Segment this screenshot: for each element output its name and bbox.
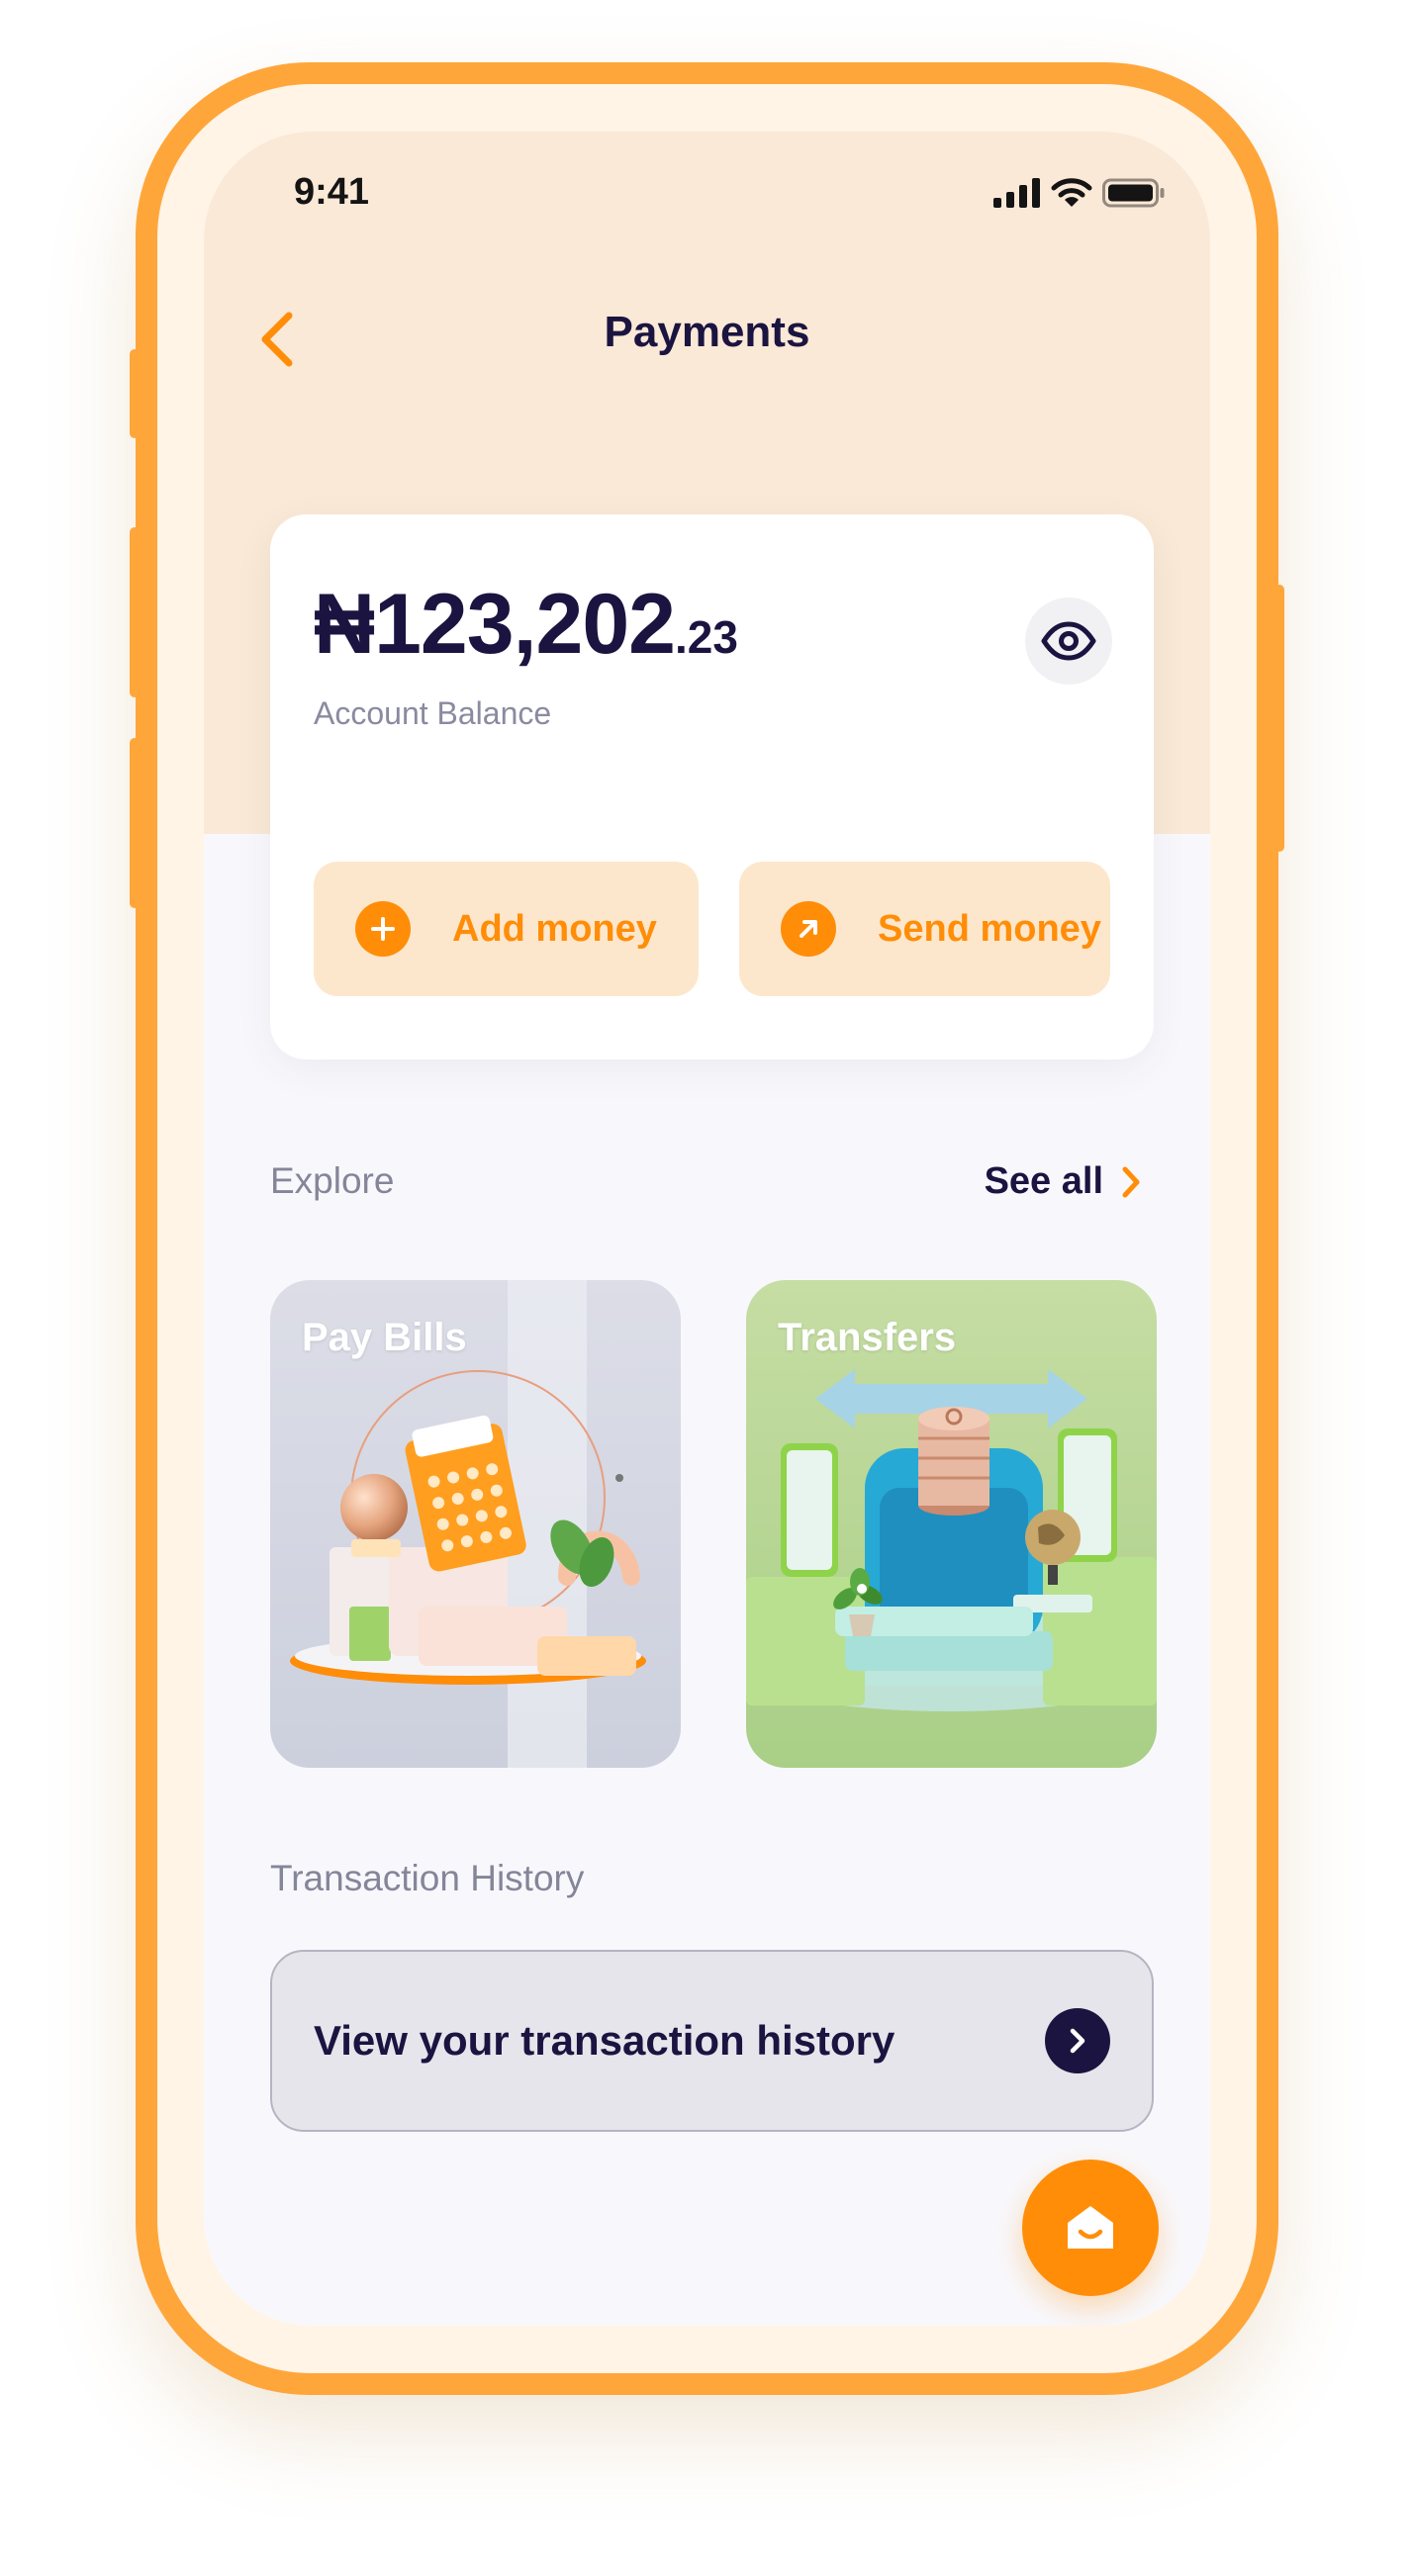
phone-bezel: 9:41 Payments ₦123,202.23 Account Balanc… <box>157 84 1257 2373</box>
send-money-button[interactable]: Send money <box>739 862 1110 996</box>
balance-label: Account Balance <box>314 695 552 731</box>
battery-icon <box>1102 178 1165 208</box>
signal-icon <box>993 178 1040 208</box>
home-fab-button[interactable] <box>1022 2160 1159 2296</box>
side-button-mute <box>130 349 140 438</box>
home-icon <box>1068 2206 1113 2249</box>
transfers-tile[interactable]: Transfers <box>746 1280 1157 1768</box>
page-title: Payments <box>604 308 810 356</box>
side-button-volume-down <box>130 738 140 908</box>
plus-circle-icon <box>355 901 411 957</box>
transfers-title: Transfers <box>778 1316 957 1359</box>
wifi-icon <box>1051 178 1092 207</box>
status-icons <box>993 177 1166 209</box>
view-transaction-history-button[interactable]: View your transaction history <box>270 1950 1154 2132</box>
status-time: 9:41 <box>294 171 370 213</box>
chevron-right-icon <box>1122 1166 1140 1197</box>
pay-bills-title: Pay Bills <box>302 1316 467 1359</box>
see-all-link[interactable]: See all <box>985 1160 1141 1203</box>
phone-frame: 9:41 Payments ₦123,202.23 Account Balanc… <box>130 62 1284 2395</box>
arrow-up-right-icon <box>781 901 836 957</box>
phone-screen: 9:41 Payments ₦123,202.23 Account Balanc… <box>204 132 1210 2326</box>
side-button-volume-up <box>130 527 140 697</box>
balance-amount: ₦123,202.23 <box>314 576 738 674</box>
balance-cents: .23 <box>674 611 738 663</box>
transaction-history-label: Transaction History <box>270 1858 585 1898</box>
eye-icon <box>1041 621 1096 661</box>
side-button-power <box>1274 585 1284 852</box>
view-transaction-history-label: View your transaction history <box>314 2017 895 2064</box>
pay-bills-tile[interactable]: Pay Bills <box>270 1280 681 1768</box>
add-money-label: Add money <box>452 907 657 950</box>
toggle-balance-visibility-button[interactable] <box>1025 598 1112 685</box>
balance-main: ₦123,202 <box>314 577 676 672</box>
send-money-label: Send money <box>878 907 1101 950</box>
see-all-label: See all <box>984 1160 1103 1202</box>
explore-label: Explore <box>270 1160 395 1201</box>
balance-card: ₦123,202.23 Account Balance Add money Se… <box>270 514 1154 1059</box>
chevron-right-circle-icon <box>1045 2008 1110 2073</box>
add-money-button[interactable]: Add money <box>314 862 699 996</box>
